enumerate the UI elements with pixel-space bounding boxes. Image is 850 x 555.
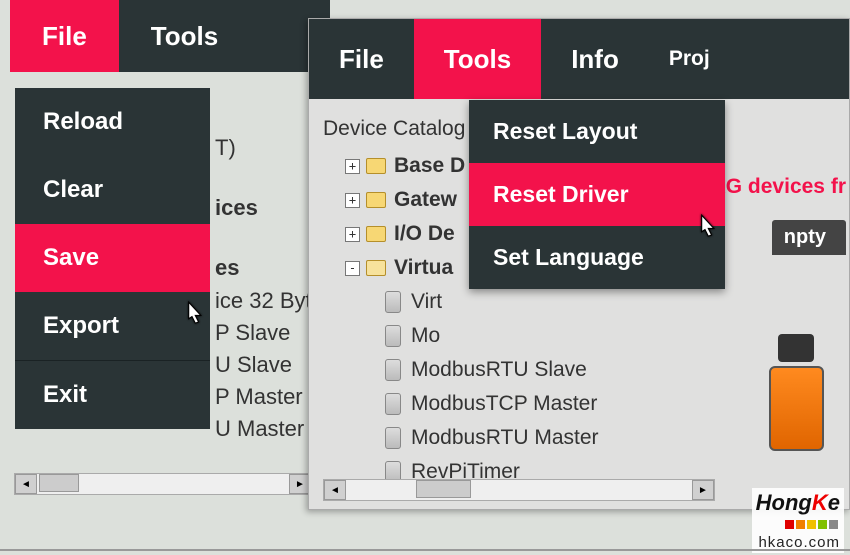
tree-label: ModbusRTU Master <box>411 422 599 455</box>
scroll-left-icon[interactable]: ◄ <box>324 480 346 500</box>
divider <box>0 549 850 551</box>
scroll-track[interactable] <box>346 480 692 500</box>
expand-icon[interactable]: + <box>345 159 360 174</box>
scrollbar-horizontal-2[interactable]: ◄ ► <box>323 479 715 501</box>
tree-label: Mo <box>411 320 440 353</box>
folder-icon <box>366 158 386 174</box>
tree-label: Gatew <box>394 184 457 217</box>
menu-save[interactable]: Save <box>15 224 210 292</box>
tools-dropdown: Reset Layout Reset Driver Set Language <box>469 100 725 289</box>
behind-text: P Master <box>215 384 303 410</box>
behind-text: es <box>215 255 239 281</box>
tree-item-modbus-tcp-master[interactable]: ModbusTCP Master <box>323 387 835 421</box>
logo-text: HongKe <box>756 490 840 516</box>
expand-icon[interactable]: + <box>345 227 360 242</box>
behind-text: P Slave <box>215 320 290 346</box>
device-image <box>761 334 831 454</box>
tree-label: ModbusRTU Slave <box>411 354 587 387</box>
folder-icon <box>366 192 386 208</box>
scroll-track[interactable] <box>37 474 289 494</box>
tree-label: ModbusTCP Master <box>411 388 597 421</box>
folder-open-icon <box>366 260 386 276</box>
scroll-thumb[interactable] <box>416 480 471 498</box>
menu2-tools[interactable]: Tools <box>414 19 541 99</box>
device-icon <box>385 291 401 313</box>
tab-header[interactable]: npty <box>772 220 846 255</box>
collapse-icon[interactable]: - <box>345 261 360 276</box>
tree-label: Virtua <box>394 252 453 285</box>
scrollbar-horizontal-1[interactable]: ◄ ► <box>14 473 312 495</box>
tree-item-modbus-rtu-slave[interactable]: ModbusRTU Slave <box>323 353 835 387</box>
menu-export[interactable]: Export <box>15 292 210 360</box>
scroll-right-icon[interactable]: ► <box>692 480 714 500</box>
logo-watermark: HongKe hkaco.com <box>752 488 844 553</box>
menu-reload[interactable]: Reload <box>15 88 210 156</box>
logo-squares <box>756 516 840 534</box>
window-file-menu: File Tools <box>10 0 330 72</box>
menu-reset-layout[interactable]: Reset Layout <box>469 100 725 163</box>
tree-label: Virt <box>411 286 442 319</box>
menu2-proj[interactable]: Proj <box>649 19 718 99</box>
file-dropdown: Reload Clear Save Export Exit <box>15 88 210 429</box>
menu-file[interactable]: File <box>10 0 119 72</box>
tree-item-mo[interactable]: Mo <box>323 319 835 353</box>
folder-icon <box>366 226 386 242</box>
behind-text: ices <box>215 195 258 221</box>
menu2-info[interactable]: Info <box>541 19 649 99</box>
menu-reset-driver[interactable]: Reset Driver <box>469 163 725 226</box>
menu-set-language[interactable]: Set Language <box>469 226 725 289</box>
tree-label: Base D <box>394 150 465 183</box>
device-icon <box>385 427 401 449</box>
tree-item-modbus-rtu-master[interactable]: ModbusRTU Master <box>323 421 835 455</box>
expand-icon[interactable]: + <box>345 193 360 208</box>
menu-tools[interactable]: Tools <box>119 0 250 72</box>
scroll-left-icon[interactable]: ◄ <box>15 474 37 494</box>
menu-clear[interactable]: Clear <box>15 156 210 224</box>
behind-text: T) <box>215 135 236 161</box>
menu2-file[interactable]: File <box>309 19 414 99</box>
menubar-1: File Tools <box>10 0 330 72</box>
menu-exit[interactable]: Exit <box>15 361 210 429</box>
tree-item-virt[interactable]: Virt <box>323 285 835 319</box>
menubar-2: File Tools Info Proj <box>309 19 849 99</box>
behind-text: U Slave <box>215 352 292 378</box>
scroll-thumb[interactable] <box>39 474 79 492</box>
device-icon <box>385 393 401 415</box>
tree-label: I/O De <box>394 218 455 251</box>
behind-text: U Master <box>215 416 304 442</box>
device-icon <box>385 325 401 347</box>
device-icon <box>385 359 401 381</box>
warning-text: AG devices fr <box>711 175 846 199</box>
